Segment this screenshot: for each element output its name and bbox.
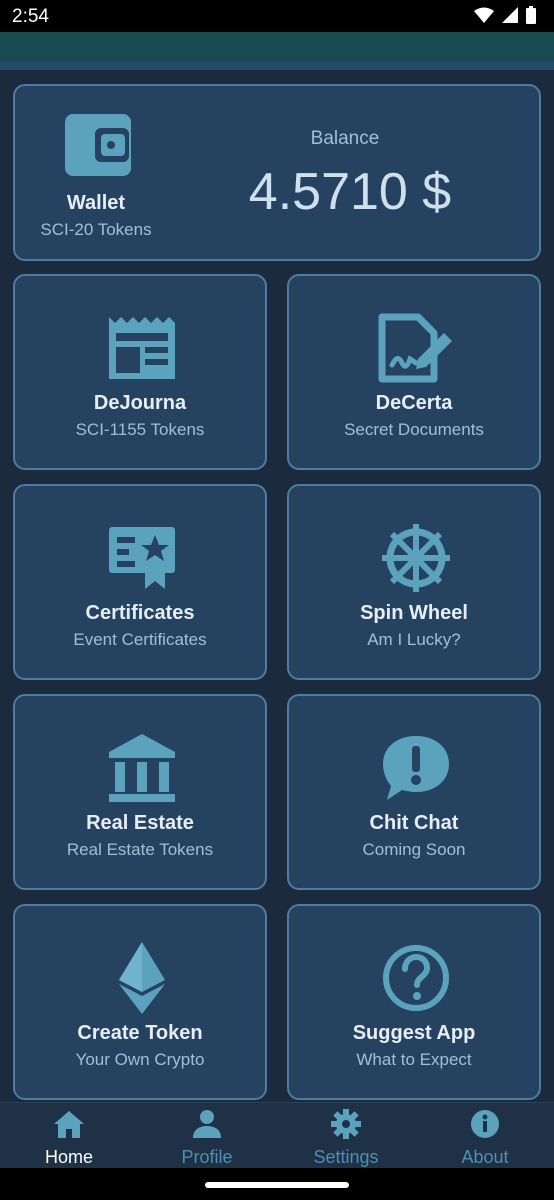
tile-subtitle: Real Estate Tokens xyxy=(66,840,214,859)
tile-subtitle: Am I Lucky? xyxy=(367,630,461,649)
status-icons xyxy=(474,6,536,24)
tile-create-token[interactable]: Create Token Your Own Crypto xyxy=(13,904,267,1100)
tile-subtitle: What to Expect xyxy=(356,1050,472,1069)
tile-suggest-app[interactable]: Suggest App What to Expect xyxy=(287,904,541,1100)
tile-title: Real Estate xyxy=(86,812,194,834)
tile-real-estate[interactable]: Real Estate Real Estate Tokens xyxy=(13,694,267,890)
ethereum-icon xyxy=(102,942,182,1014)
tile-title: DeJourna xyxy=(93,392,187,414)
balance-value: 4.5710 $ xyxy=(248,163,452,221)
tile-title: Spin Wheel xyxy=(360,602,468,624)
bank-building-icon xyxy=(102,732,182,804)
question-circle-icon xyxy=(376,942,456,1014)
wifi-icon xyxy=(474,7,494,23)
battery-icon xyxy=(526,6,536,24)
tile-certificates[interactable]: Certificates Event Certificates xyxy=(13,484,267,680)
status-time: 2:54 xyxy=(12,6,49,27)
newspaper-icon xyxy=(102,312,182,384)
tile-subtitle: SCI-1155 Tokens xyxy=(75,420,205,439)
wheel-icon xyxy=(376,522,456,594)
wallet-subtitle: SCI-20 Tokens xyxy=(40,220,152,239)
nav-home[interactable]: Home xyxy=(0,1103,138,1169)
nav-label: Profile xyxy=(181,1147,233,1167)
certificate-icon xyxy=(102,522,182,594)
tile-chit-chat[interactable]: Chit Chat Coming Soon xyxy=(287,694,541,890)
tile-title: Certificates xyxy=(85,602,195,624)
tile-subtitle: Your Own Crypto xyxy=(75,1050,205,1069)
nav-profile[interactable]: Profile xyxy=(138,1103,276,1169)
tile-title: Create Token xyxy=(77,1022,203,1044)
gear-icon xyxy=(331,1109,361,1139)
nav-settings[interactable]: Settings xyxy=(277,1103,415,1169)
tile-subtitle: Secret Documents xyxy=(344,420,484,439)
home-icon xyxy=(54,1111,84,1138)
app-bar-divider xyxy=(0,62,554,70)
nav-label: About xyxy=(461,1147,509,1167)
tile-title: Suggest App xyxy=(352,1022,476,1044)
app-bar xyxy=(0,32,554,62)
gesture-handle[interactable] xyxy=(205,1182,349,1188)
nav-label: Settings xyxy=(313,1147,379,1167)
wallet-title: Wallet xyxy=(66,192,126,214)
wallet-icon xyxy=(65,114,131,176)
gesture-area xyxy=(0,1168,554,1200)
tile-subtitle: Event Certificates xyxy=(73,630,207,649)
bottom-nav: Home Profile Settings About xyxy=(0,1102,554,1169)
tile-title: Chit Chat xyxy=(369,812,459,834)
tile-subtitle: Coming Soon xyxy=(362,840,466,859)
wallet-card[interactable]: Wallet SCI-20 Tokens Balance 4.5710 $ xyxy=(13,84,541,261)
tile-spin-wheel[interactable]: Spin Wheel Am I Lucky? xyxy=(287,484,541,680)
nav-about[interactable]: About xyxy=(416,1103,554,1169)
info-icon xyxy=(471,1110,499,1138)
tile-decerta[interactable]: DeCerta Secret Documents xyxy=(287,274,541,470)
tile-dejourna[interactable]: DeJourna SCI-1155 Tokens xyxy=(13,274,267,470)
status-bar: 2:54 xyxy=(0,0,554,32)
balance-label: Balance xyxy=(310,128,380,149)
nav-label: Home xyxy=(44,1147,93,1167)
chat-alert-icon xyxy=(376,732,456,804)
signature-document-icon xyxy=(376,312,456,384)
person-icon xyxy=(193,1110,221,1138)
tile-title: DeCerta xyxy=(375,392,453,414)
signal-icon xyxy=(502,7,518,23)
